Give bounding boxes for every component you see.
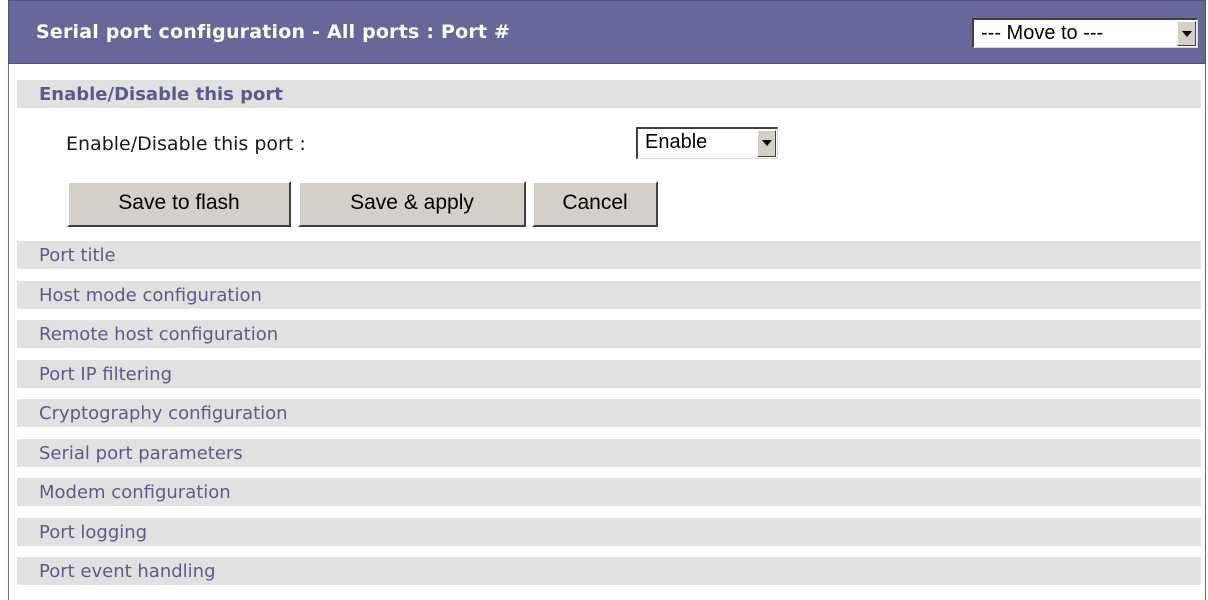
move-to-dropdown[interactable]: --- Move to --- — [972, 18, 1198, 48]
move-to-value: --- Move to --- — [981, 22, 1104, 44]
section-enable-disable[interactable]: Enable/Disable this port — [17, 80, 1201, 108]
section-label: Modem configuration — [39, 482, 231, 503]
save-and-apply-button[interactable]: Save & apply — [298, 181, 526, 227]
enable-disable-select[interactable]: Enable — [636, 127, 778, 159]
section-label: Port title — [39, 245, 116, 266]
section-cryptography[interactable]: Cryptography configuration — [17, 399, 1201, 427]
section-serial-port-parameters[interactable]: Serial port parameters — [17, 439, 1201, 467]
section-label: Cryptography configuration — [39, 403, 288, 424]
section-label: Host mode configuration — [39, 285, 262, 306]
section-label: Serial port parameters — [39, 443, 243, 464]
section-port-logging[interactable]: Port logging — [17, 518, 1201, 546]
section-remote-host[interactable]: Remote host configuration — [17, 320, 1201, 348]
section-label: Port logging — [39, 522, 148, 543]
section-label: Remote host configuration — [39, 324, 279, 345]
save-to-flash-button[interactable]: Save to flash — [67, 181, 291, 227]
section-port-title[interactable]: Port title — [17, 241, 1201, 269]
section-host-mode[interactable]: Host mode configuration — [17, 281, 1201, 309]
section-label: Enable/Disable this port — [39, 84, 283, 105]
chevron-down-icon[interactable] — [757, 130, 776, 157]
section-label: Port event handling — [39, 561, 216, 582]
section-port-event-handling[interactable]: Port event handling — [17, 557, 1201, 585]
page-title: Serial port configuration - All ports : … — [36, 21, 511, 43]
enable-disable-value: Enable — [645, 131, 708, 153]
section-port-ip-filtering[interactable]: Port IP filtering — [17, 360, 1201, 388]
section-modem[interactable]: Modem configuration — [17, 478, 1201, 506]
cancel-button[interactable]: Cancel — [532, 181, 658, 227]
enable-disable-label: Enable/Disable this port : — [66, 133, 306, 155]
section-label: Port IP filtering — [39, 364, 172, 385]
chevron-down-icon[interactable] — [1177, 21, 1196, 46]
